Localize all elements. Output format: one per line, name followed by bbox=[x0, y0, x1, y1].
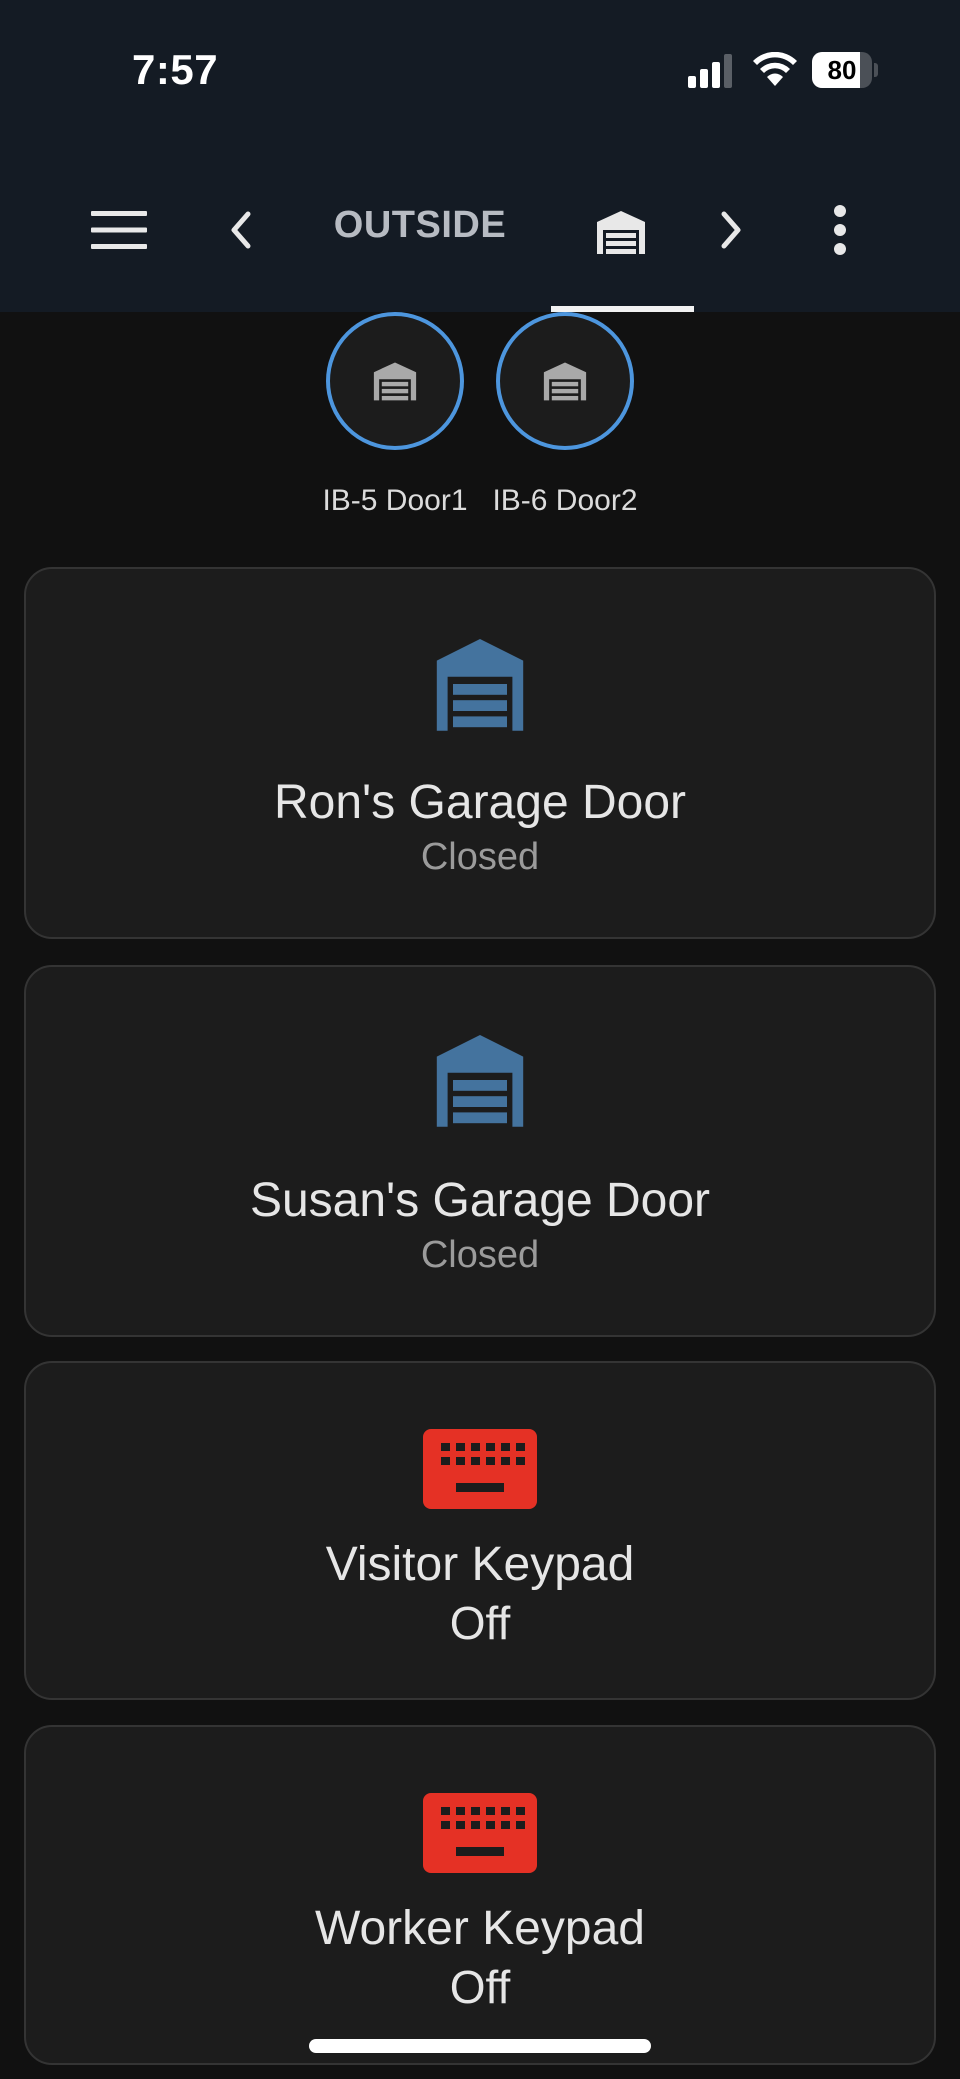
battery-level: 80 bbox=[827, 55, 857, 85]
badge-label: IB-6 Door2 bbox=[492, 484, 638, 517]
entity-card-worker-keypad[interactable]: Worker Keypad Off bbox=[24, 1725, 936, 2065]
card-state: Closed bbox=[420, 1234, 540, 1277]
badge-label: IB-5 Door1 bbox=[322, 484, 468, 517]
card-name: Worker Keypad bbox=[315, 1902, 645, 1955]
card-name: Ron's Garage Door bbox=[273, 776, 687, 829]
tab-outside[interactable]: OUTSIDE bbox=[300, 204, 540, 247]
garage-icon bbox=[26, 637, 934, 731]
status-time: 7:57 bbox=[132, 46, 219, 93]
status-bar: 7:57 80 bbox=[0, 0, 960, 150]
badge-circle bbox=[496, 312, 634, 450]
card-state: Off bbox=[449, 1961, 511, 2014]
garage-icon bbox=[373, 362, 417, 401]
garage-icon bbox=[26, 1033, 934, 1127]
battery-icon: 80 bbox=[812, 52, 872, 88]
wifi-icon bbox=[753, 52, 797, 86]
badge-circle bbox=[326, 312, 464, 450]
entity-card-rons-garage-door[interactable]: Ron's Garage Door Closed bbox=[24, 567, 936, 939]
card-state: Closed bbox=[420, 836, 540, 879]
cellular-signal-icon bbox=[688, 54, 732, 88]
chevron-right-icon[interactable] bbox=[700, 198, 764, 262]
badge-ib5-door1[interactable]: IB-5 Door1 bbox=[320, 312, 470, 518]
app-toolbar: OUTSIDE bbox=[0, 150, 960, 312]
card-name: Visitor Keypad bbox=[325, 1538, 635, 1591]
keyboard-icon bbox=[26, 1793, 934, 1873]
card-state: Off bbox=[449, 1597, 511, 1650]
badge-row: IB-5 Door1 IB-6 Door2 bbox=[0, 312, 960, 542]
battery-cap bbox=[874, 63, 878, 77]
garage-icon[interactable] bbox=[556, 192, 686, 272]
dots-vertical-icon[interactable] bbox=[808, 198, 872, 262]
keyboard-icon bbox=[26, 1429, 934, 1509]
card-name: Susan's Garage Door bbox=[249, 1174, 711, 1227]
entity-card-susans-garage-door[interactable]: Susan's Garage Door Closed bbox=[24, 965, 936, 1337]
home-indicator[interactable] bbox=[309, 2039, 651, 2053]
hamburger-menu-icon[interactable] bbox=[87, 198, 151, 262]
garage-icon bbox=[543, 362, 587, 401]
badge-ib6-door2[interactable]: IB-6 Door2 bbox=[490, 312, 640, 518]
entity-card-visitor-keypad[interactable]: Visitor Keypad Off bbox=[24, 1361, 936, 1700]
chevron-left-icon[interactable] bbox=[208, 198, 272, 262]
